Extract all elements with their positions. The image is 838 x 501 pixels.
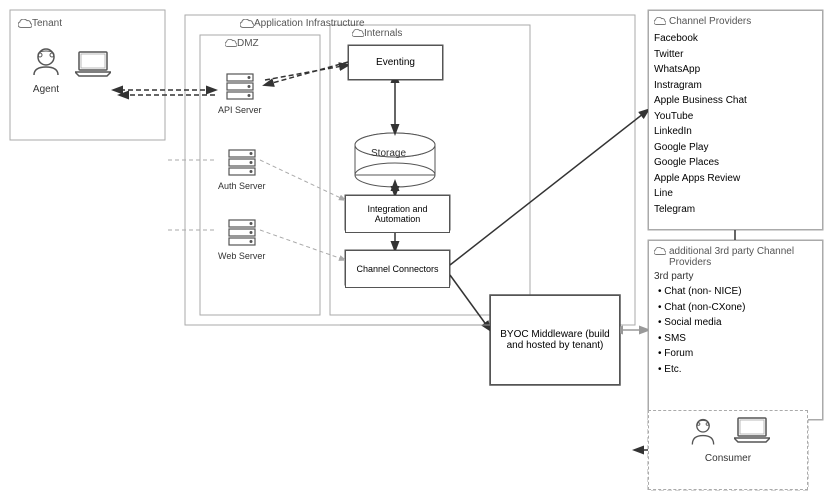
additional-providers-list: • Chat (non- NICE)• Chat (non-CXone)• So…: [654, 284, 817, 377]
agent-icon: [28, 45, 64, 81]
cloud-icon-app-infra: [240, 19, 254, 29]
consumer-icons: [654, 416, 802, 451]
auth-server-label: Auth Server: [218, 181, 266, 191]
cloud-icon-internals: [352, 29, 364, 38]
channel-connectors-component: Channel Connectors: [345, 250, 450, 288]
channel-providers-box: Channel Providers FacebookTwitterWhatsAp…: [648, 10, 823, 230]
auth-server-component: Auth Server: [218, 148, 266, 191]
integration-label: Integration and Automation: [346, 204, 449, 224]
agent-label: Agent: [28, 84, 64, 95]
list-item: • Etc.: [658, 362, 817, 378]
eventing-component: Eventing: [348, 45, 443, 80]
auth-server-icon: [227, 148, 257, 178]
list-item: • SMS: [658, 331, 817, 347]
channel-providers-header: Channel Providers: [654, 16, 817, 27]
list-item: YouTube: [654, 109, 817, 125]
web-server-component: Web Server: [218, 218, 265, 261]
third-party-label: 3rd party: [654, 271, 817, 282]
app-infra-label: Application Infrastructure: [240, 18, 365, 29]
consumer-label: Consumer: [654, 453, 802, 464]
agent-laptop-icon: [75, 50, 111, 81]
list-item: Facebook: [654, 31, 817, 47]
list-item: Instragram: [654, 78, 817, 94]
consumer-box: Consumer: [648, 410, 808, 490]
api-server-icon: [225, 72, 255, 102]
list-item: LinkedIn: [654, 124, 817, 140]
list-item: • Social media: [658, 315, 817, 331]
list-item: Apple Apps Review: [654, 171, 817, 187]
list-item: Apple Business Chat: [654, 93, 817, 109]
dmz-label: DMZ: [225, 38, 259, 49]
list-item: Telegram: [654, 202, 817, 218]
list-item: Google Play: [654, 140, 817, 156]
byoc-label: BYOC Middleware (build and hosted by ten…: [496, 329, 614, 351]
cloud-icon-channel-providers: [654, 17, 666, 26]
diagram: Tenant Agent Application Infrastructure: [0, 0, 838, 501]
additional-providers-box: additional 3rd party Channel Providers 3…: [648, 240, 823, 420]
cloud-icon-additional: [654, 247, 666, 256]
channel-connectors-label: Channel Connectors: [356, 264, 438, 274]
web-server-label: Web Server: [218, 251, 265, 261]
list-item: WhatsApp: [654, 62, 817, 78]
agent-component: Agent: [28, 45, 64, 95]
list-item: • Forum: [658, 346, 817, 362]
list-item: Line: [654, 186, 817, 202]
storage-label: Storage: [371, 148, 406, 159]
list-item: Twitter: [654, 47, 817, 63]
consumer-person-icon: [687, 416, 719, 451]
list-item: • Chat (non- NICE): [658, 284, 817, 300]
integration-component: Integration and Automation: [345, 195, 450, 233]
eventing-label: Eventing: [376, 57, 415, 68]
channel-providers-list: FacebookTwitterWhatsAppInstragramApple B…: [654, 31, 817, 217]
web-server-icon: [227, 218, 257, 248]
api-server-label: API Server: [218, 105, 262, 115]
byoc-component: BYOC Middleware (build and hosted by ten…: [490, 295, 620, 385]
cloud-icon-dmz: [225, 39, 237, 48]
additional-providers-header: additional 3rd party Channel Providers: [654, 246, 817, 268]
api-server-component: API Server: [218, 72, 262, 115]
list-item: • Chat (non-CXone): [658, 300, 817, 316]
tenant-section-label: Tenant: [18, 18, 62, 29]
internals-label: Internals: [352, 28, 402, 39]
additional-providers-label: additional 3rd party Channel Providers: [669, 246, 817, 268]
cloud-icon-tenant: [18, 19, 32, 29]
channel-providers-label: Channel Providers: [669, 16, 751, 27]
list-item: Google Places: [654, 155, 817, 171]
consumer-laptop-icon: [734, 416, 770, 451]
